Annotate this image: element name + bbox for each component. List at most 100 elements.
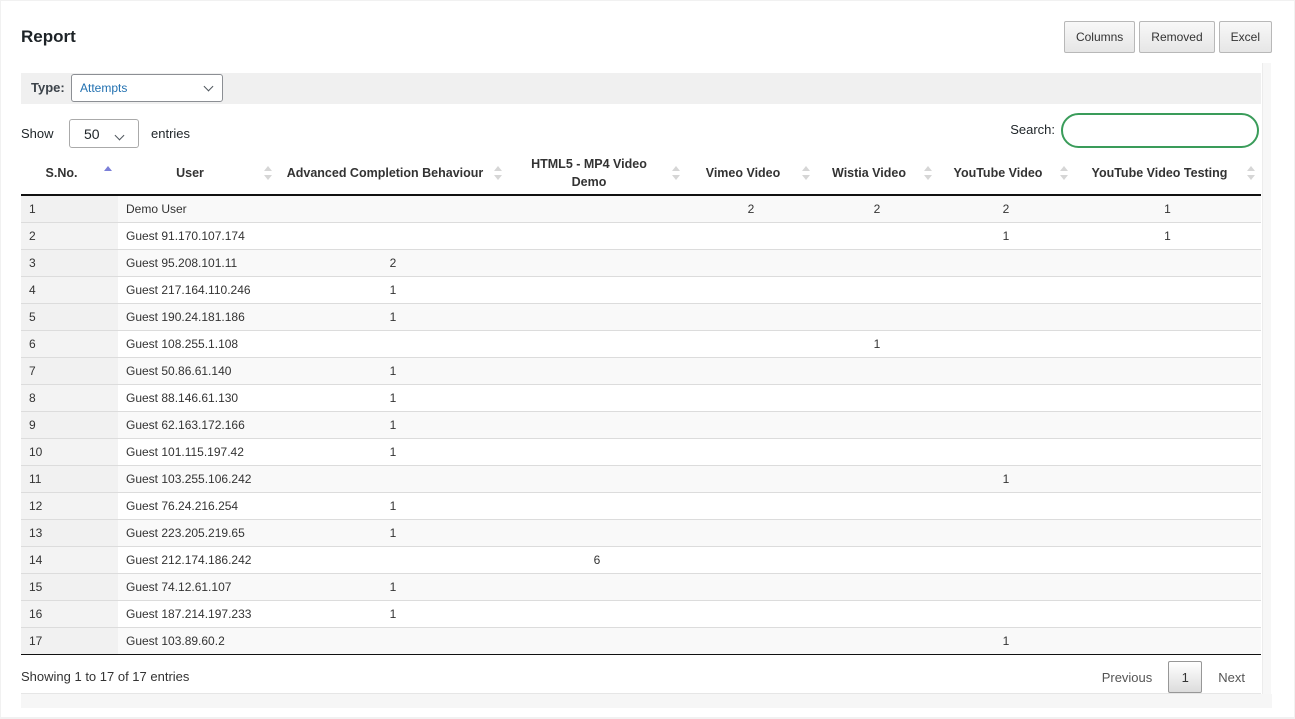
type-select[interactable]: Attempts <box>71 74 223 102</box>
entries-per-page-select[interactable]: 50 <box>69 119 139 148</box>
table-row: 1 Demo User 2 2 2 1 <box>21 195 1261 222</box>
cell-wistia-video <box>816 248 938 276</box>
cell-s-no: 1 <box>21 195 118 222</box>
cell-vimeo-video <box>686 437 816 465</box>
cell-s-no: 9 <box>21 410 118 438</box>
column-header-label: YouTube Video Testing <box>1091 166 1228 180</box>
cell-wistia-video <box>816 464 938 492</box>
cell-youtube-video-testing <box>1074 356 1261 384</box>
cell-youtube-video-testing: 1 <box>1074 221 1261 249</box>
cell-s-no: 15 <box>21 572 118 600</box>
cell-youtube-video <box>938 275 1074 303</box>
column-header-advanced-completion-behaviour[interactable]: Advanced Completion Behaviour <box>278 152 508 196</box>
column-header-vimeo-video[interactable]: Vimeo Video <box>686 152 816 196</box>
cell-s-no: 12 <box>21 491 118 519</box>
cell-wistia-video <box>816 491 938 519</box>
cell-youtube-video: 1 <box>938 626 1074 655</box>
cell-vimeo-video: 2 <box>686 195 816 222</box>
chevron-down-icon <box>114 130 125 141</box>
search-input[interactable] <box>1061 113 1259 148</box>
cell-wistia-video <box>816 383 938 411</box>
cell-html5-mp4-video-demo <box>508 275 686 303</box>
cell-youtube-video <box>938 572 1074 600</box>
cell-advanced-completion-behaviour <box>278 329 508 357</box>
cell-youtube-video-testing <box>1074 437 1261 465</box>
cell-html5-mp4-video-demo <box>508 464 686 492</box>
entries-per-page-value: 50 <box>84 126 100 142</box>
cell-youtube-video-testing <box>1074 518 1261 546</box>
cell-s-no: 2 <box>21 221 118 249</box>
cell-wistia-video <box>816 572 938 600</box>
cell-vimeo-video <box>686 491 816 519</box>
report-page: Report Columns Removed Excel Type: Attem… <box>1 1 1294 717</box>
table-row: 6 Guest 108.255.1.108 1 <box>21 329 1261 357</box>
cell-html5-mp4-video-demo <box>508 383 686 411</box>
cell-user: Demo User <box>118 195 278 222</box>
header: Report Columns Removed Excel <box>1 1 1294 61</box>
page-1-button[interactable]: 1 <box>1168 661 1203 693</box>
cell-html5-mp4-video-demo <box>508 248 686 276</box>
cell-html5-mp4-video-demo <box>508 437 686 465</box>
cell-youtube-video-testing <box>1074 491 1261 519</box>
cell-s-no: 13 <box>21 518 118 546</box>
column-header-label: S.No. <box>45 166 78 180</box>
cell-user: Guest 91.170.107.174 <box>118 221 278 249</box>
cell-vimeo-video <box>686 518 816 546</box>
cell-wistia-video <box>816 626 938 655</box>
cell-s-no: 8 <box>21 383 118 411</box>
type-filter-bar: Type: Attempts <box>21 73 1261 104</box>
cell-vimeo-video <box>686 572 816 600</box>
cell-s-no: 3 <box>21 248 118 276</box>
table-row: 14 Guest 212.174.186.242 6 <box>21 545 1261 573</box>
cell-advanced-completion-behaviour: 1 <box>278 437 508 465</box>
cell-wistia-video <box>816 518 938 546</box>
cell-wistia-video: 1 <box>816 329 938 357</box>
sort-icon <box>264 166 272 180</box>
column-header-label: User <box>176 166 204 180</box>
table-row: 16 Guest 187.214.197.233 1 <box>21 599 1261 627</box>
cell-youtube-video <box>938 383 1074 411</box>
column-header-user[interactable]: User <box>118 152 278 196</box>
cell-youtube-video-testing <box>1074 464 1261 492</box>
column-header-html5-mp4-video-demo[interactable]: HTML5 - MP4 Video Demo <box>508 152 686 196</box>
table-row: 11 Guest 103.255.106.242 1 <box>21 464 1261 492</box>
type-label: Type: <box>31 80 65 95</box>
cell-html5-mp4-video-demo <box>508 491 686 519</box>
table-row: 13 Guest 223.205.219.65 1 <box>21 518 1261 546</box>
removed-button[interactable]: Removed <box>1139 21 1215 53</box>
cell-vimeo-video <box>686 545 816 573</box>
cell-youtube-video-testing <box>1074 383 1261 411</box>
column-header-youtube-video-testing[interactable]: YouTube Video Testing <box>1074 152 1261 196</box>
cell-youtube-video <box>938 437 1074 465</box>
cell-html5-mp4-video-demo <box>508 302 686 330</box>
cell-wistia-video: 2 <box>816 195 938 222</box>
next-page-button[interactable]: Next <box>1202 670 1261 685</box>
pagination: Previous 1 Next <box>1086 661 1261 693</box>
cell-vimeo-video <box>686 383 816 411</box>
cell-user: Guest 223.205.219.65 <box>118 518 278 546</box>
column-header-youtube-video[interactable]: YouTube Video <box>938 152 1074 196</box>
column-header-s-no[interactable]: S.No. <box>21 152 118 196</box>
cell-youtube-video-testing <box>1074 599 1261 627</box>
type-select-value: Attempts <box>80 81 128 95</box>
previous-page-button[interactable]: Previous <box>1086 670 1169 685</box>
cell-html5-mp4-video-demo <box>508 599 686 627</box>
table-row: 17 Guest 103.89.60.2 1 <box>21 626 1261 655</box>
table-row: 2 Guest 91.170.107.174 1 1 <box>21 221 1261 249</box>
cell-user: Guest 187.214.197.233 <box>118 599 278 627</box>
cell-advanced-completion-behaviour: 1 <box>278 302 508 330</box>
excel-button[interactable]: Excel <box>1218 21 1272 53</box>
table-row: 7 Guest 50.86.61.140 1 <box>21 356 1261 384</box>
scroll-strip <box>1262 63 1271 694</box>
table-row: 10 Guest 101.115.197.42 1 <box>21 437 1261 465</box>
column-header-wistia-video[interactable]: Wistia Video <box>816 152 938 196</box>
cell-wistia-video <box>816 437 938 465</box>
table-row: 9 Guest 62.163.172.166 1 <box>21 410 1261 438</box>
cell-advanced-completion-behaviour <box>278 545 508 573</box>
cell-user: Guest 108.255.1.108 <box>118 329 278 357</box>
columns-button[interactable]: Columns <box>1063 21 1136 53</box>
cell-advanced-completion-behaviour: 1 <box>278 383 508 411</box>
cell-wistia-video <box>816 221 938 249</box>
report-table: S.No. User Advanced Completion Behaviour HT… <box>21 152 1261 655</box>
cell-advanced-completion-behaviour: 1 <box>278 275 508 303</box>
